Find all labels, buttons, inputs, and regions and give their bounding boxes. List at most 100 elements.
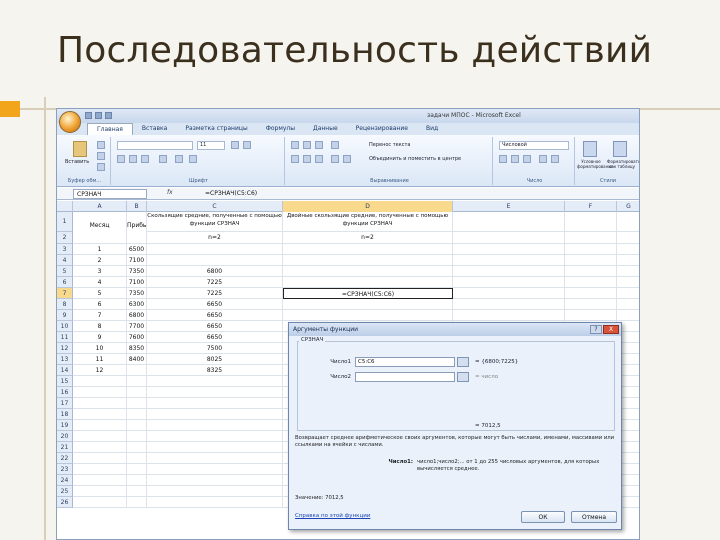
row-header[interactable]: 7 (57, 288, 73, 299)
grid-cell[interactable] (453, 310, 565, 321)
month-cell[interactable]: 11 (73, 354, 127, 365)
profit-cell[interactable]: 6500 (127, 244, 147, 255)
grid-cell[interactable] (617, 232, 639, 244)
cancel-button[interactable]: Отмена (571, 511, 617, 523)
row-header[interactable]: 11 (57, 332, 73, 343)
grid-cell[interactable] (565, 288, 617, 299)
fill-color-icon[interactable] (175, 155, 183, 163)
tab-home[interactable]: Главная (87, 123, 133, 135)
profit-cell[interactable]: 8350 (127, 343, 147, 354)
arg1-input[interactable]: C5:C6 (355, 357, 455, 367)
grid-cell[interactable] (127, 431, 147, 442)
month-cell[interactable]: 7 (73, 310, 127, 321)
month-cell[interactable]: 12 (73, 365, 127, 376)
row-header[interactable]: 18 (57, 409, 73, 420)
row-header[interactable]: 17 (57, 398, 73, 409)
profit-cell[interactable]: 7350 (127, 266, 147, 277)
grid-cell[interactable] (73, 398, 127, 409)
grid-cell[interactable] (73, 475, 127, 486)
grid-cell[interactable] (565, 310, 617, 321)
merge-center-button[interactable]: Объединить и поместить в центре (369, 156, 461, 162)
grid-cell[interactable] (147, 497, 283, 508)
profit-cell[interactable]: 6300 (127, 299, 147, 310)
row-header[interactable]: 26 (57, 497, 73, 508)
column-header-d[interactable]: D (283, 201, 453, 212)
increase-decimal-icon[interactable] (539, 155, 547, 163)
increase-indent-icon[interactable] (343, 155, 351, 163)
grid-cell[interactable] (127, 409, 147, 420)
profit-cell[interactable]: 6800 (127, 310, 147, 321)
grid-cell[interactable] (147, 464, 283, 475)
grid-cell[interactable] (147, 431, 283, 442)
tab-page-layout[interactable]: Разметка страницы (176, 123, 256, 135)
moving-average-cell[interactable]: 6650 (147, 299, 283, 310)
grid-cell[interactable] (73, 376, 127, 387)
column-header-a[interactable]: A (73, 201, 127, 212)
row-header[interactable]: 21 (57, 442, 73, 453)
align-top-icon[interactable] (291, 141, 299, 149)
copy-icon[interactable] (97, 152, 105, 160)
tab-review[interactable]: Рецензирование (347, 123, 417, 135)
grid-cell[interactable] (565, 255, 617, 266)
grid-cell[interactable] (73, 453, 127, 464)
row-header[interactable]: 20 (57, 431, 73, 442)
moving-average-cell[interactable] (147, 244, 283, 255)
grid-cell[interactable] (73, 497, 127, 508)
row-header[interactable]: 14 (57, 365, 73, 376)
moving-average-cell[interactable]: 8025 (147, 354, 283, 365)
month-cell[interactable]: 10 (73, 343, 127, 354)
row-header[interactable]: 23 (57, 464, 73, 475)
month-cell[interactable]: 5 (73, 288, 127, 299)
comma-style-icon[interactable] (523, 155, 531, 163)
grid-cell[interactable] (453, 244, 565, 255)
row-header[interactable]: 12 (57, 343, 73, 354)
grid-cell[interactable] (283, 255, 453, 266)
row-header[interactable]: 19 (57, 420, 73, 431)
month-cell[interactable]: 2 (73, 255, 127, 266)
grid-cell[interactable] (127, 497, 147, 508)
dialog-help-button[interactable]: ? (590, 325, 602, 334)
tab-formulas[interactable]: Формулы (257, 123, 304, 135)
grid-cell[interactable] (147, 376, 283, 387)
tab-insert[interactable]: Вставка (133, 123, 176, 135)
grid-cell[interactable] (565, 299, 617, 310)
arg2-collapse-button[interactable] (457, 372, 469, 382)
header-cell[interactable]: Скользящие средние, полученные с помощью… (147, 212, 283, 232)
profit-cell[interactable]: 7350 (127, 288, 147, 299)
grid-cell[interactable] (73, 464, 127, 475)
moving-average-cell[interactable]: 6800 (147, 266, 283, 277)
moving-average-cell[interactable]: 7500 (147, 343, 283, 354)
month-cell[interactable]: 9 (73, 332, 127, 343)
grid-cell[interactable] (283, 299, 453, 310)
grid-cell[interactable] (453, 232, 565, 244)
row-header[interactable]: 3 (57, 244, 73, 255)
grid-cell[interactable] (73, 420, 127, 431)
grid-cell[interactable] (127, 442, 147, 453)
grid-cell[interactable] (617, 288, 639, 299)
profit-cell[interactable]: 7100 (127, 277, 147, 288)
grid-cell[interactable] (127, 398, 147, 409)
align-bottom-icon[interactable] (315, 141, 323, 149)
subheader-cell[interactable]: n=2 (147, 232, 283, 244)
grid-cell[interactable] (617, 212, 639, 232)
font-size-select[interactable]: 11 (197, 141, 225, 150)
align-right-icon[interactable] (315, 155, 323, 163)
grow-font-icon[interactable] (231, 141, 239, 149)
grid-cell[interactable] (453, 266, 565, 277)
header-cell[interactable]: Месяц (73, 212, 127, 244)
profit-cell[interactable]: 7600 (127, 332, 147, 343)
grid-cell[interactable] (565, 277, 617, 288)
cut-icon[interactable] (97, 141, 105, 149)
conditional-format-button[interactable]: Условное форматирование (577, 159, 613, 169)
moving-average-cell[interactable]: 8325 (147, 365, 283, 376)
italic-icon[interactable] (129, 155, 137, 163)
grid-cell[interactable] (147, 387, 283, 398)
percent-icon[interactable] (511, 155, 519, 163)
grid-cell[interactable] (127, 486, 147, 497)
office-button[interactable] (59, 111, 81, 133)
column-header-c[interactable]: C (147, 201, 283, 212)
grid-cell[interactable] (453, 255, 565, 266)
row-header[interactable]: 6 (57, 277, 73, 288)
row-header[interactable]: 9 (57, 310, 73, 321)
month-cell[interactable]: 1 (73, 244, 127, 255)
